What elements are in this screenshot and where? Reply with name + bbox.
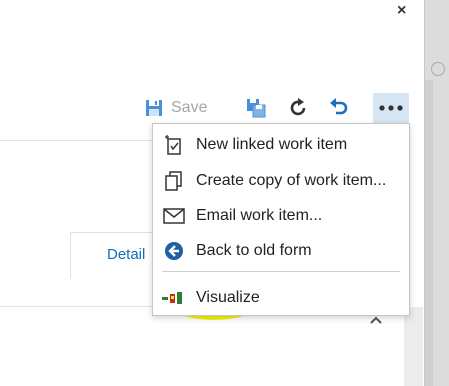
menu-item-create-copy[interactable]: Create copy of work item... (153, 166, 409, 196)
new-linked-work-item-icon (162, 134, 186, 156)
scrollbar[interactable] (425, 80, 433, 386)
email-icon (162, 208, 186, 224)
circle-icon (431, 62, 445, 76)
back-arrow-icon (162, 241, 186, 261)
divider (0, 140, 155, 141)
toolbar: Save (140, 92, 415, 124)
undo-button[interactable] (328, 92, 350, 124)
scrollbar[interactable] (404, 307, 423, 386)
visualize-icon (162, 291, 186, 305)
menu-item-label: Visualize (196, 289, 260, 306)
chevron-up-icon[interactable] (369, 315, 383, 325)
close-icon[interactable]: × (397, 2, 406, 20)
menu-item-new-linked-work-item[interactable]: New linked work item (153, 130, 409, 160)
menu-item-visualize[interactable]: Visualize (153, 283, 409, 313)
menu-item-label: New linked work item (196, 136, 348, 153)
menu-item-label: Email work item... (196, 207, 323, 224)
more-actions-menu: New linked work item Create copy of work… (152, 123, 410, 316)
tab-details-label: Detail (107, 246, 146, 263)
more-actions-button[interactable] (373, 93, 409, 123)
side-pane-edge (424, 0, 449, 386)
copy-workitem-icon (247, 99, 266, 118)
menu-separator (162, 271, 400, 272)
undo-icon (330, 98, 348, 115)
copy-workitem-button[interactable] (245, 92, 267, 124)
save-label: Save (171, 99, 208, 116)
copy-icon (162, 170, 186, 192)
more-icon (379, 105, 403, 111)
save-icon (146, 100, 162, 116)
menu-item-label: Create copy of work item... (196, 172, 387, 189)
refresh-icon (290, 98, 306, 116)
refresh-button[interactable] (287, 92, 309, 124)
save-button[interactable]: Save (145, 92, 207, 124)
menu-item-email-work-item[interactable]: Email work item... (153, 201, 409, 231)
menu-item-label: Back to old form (196, 242, 312, 259)
menu-item-back-to-old-form[interactable]: Back to old form (153, 236, 409, 266)
